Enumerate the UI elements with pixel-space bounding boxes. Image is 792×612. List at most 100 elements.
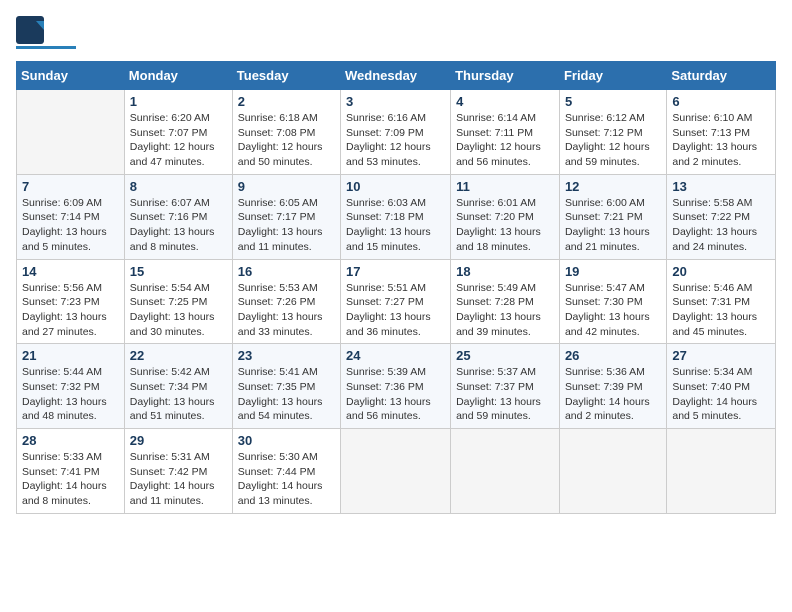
day-number: 11 <box>456 179 554 194</box>
col-header-monday: Monday <box>124 62 232 90</box>
logo-divider <box>16 46 76 49</box>
day-number: 15 <box>130 264 227 279</box>
day-info: Sunrise: 6:12 AM Sunset: 7:12 PM Dayligh… <box>565 111 661 170</box>
calendar-cell: 26Sunrise: 5:36 AM Sunset: 7:39 PM Dayli… <box>559 344 666 429</box>
day-info: Sunrise: 5:49 AM Sunset: 7:28 PM Dayligh… <box>456 281 554 340</box>
day-info: Sunrise: 6:01 AM Sunset: 7:20 PM Dayligh… <box>456 196 554 255</box>
calendar-cell: 22 Sunrise: 5:42 AM Sunset: 7:34 PM Dayli… <box>124 344 232 429</box>
calendar-cell: 4 Sunrise: 6:14 AM Sunset: 7:11 PM Daylig… <box>451 90 560 175</box>
day-number: 25 <box>456 348 554 363</box>
calendar-cell: 24 Sunrise: 5:39 AM Sunset: 7:36 PM Dayli… <box>341 344 451 429</box>
day-info: Sunrise: 5:47 AM Sunset: 7:30 PM Dayligh… <box>565 281 661 340</box>
calendar-cell: 28 Sunrise: 5:33 AM Sunset: 7:41 PM Dayli… <box>17 429 125 514</box>
calendar-cell: 27Sunrise: 5:34 AM Sunset: 7:40 PM Dayli… <box>667 344 776 429</box>
col-header-friday: Friday <box>559 62 666 90</box>
day-number: 28 <box>22 433 119 448</box>
col-header-thursday: Thursday <box>451 62 560 90</box>
day-number: 21 <box>22 348 119 363</box>
calendar-cell: 21 Sunrise: 5:44 AM Sunset: 7:32 PM Dayli… <box>17 344 125 429</box>
col-header-wednesday: Wednesday <box>341 62 451 90</box>
day-info: Sunrise: 6:16 AM Sunset: 7:09 PM Dayligh… <box>346 111 445 170</box>
week-row-5: 28 Sunrise: 5:33 AM Sunset: 7:41 PM Dayli… <box>17 429 776 514</box>
day-number: 27 <box>672 348 770 363</box>
col-header-sunday: Sunday <box>17 62 125 90</box>
calendar-cell: 6 Sunrise: 6:10 AM Sunset: 7:13 PM Daylig… <box>667 90 776 175</box>
day-number: 1 <box>130 94 227 109</box>
day-info: Sunrise: 6:20 AM Sunset: 7:07 PM Dayligh… <box>130 111 227 170</box>
calendar-table: SundayMondayTuesdayWednesdayThursdayFrid… <box>16 61 776 514</box>
day-number: 6 <box>672 94 770 109</box>
calendar-cell: 14 Sunrise: 5:56 AM Sunset: 7:23 PM Dayli… <box>17 259 125 344</box>
calendar-cell <box>451 429 560 514</box>
day-info: Sunrise: 6:05 AM Sunset: 7:17 PM Dayligh… <box>238 196 335 255</box>
day-info: Sunrise: 5:31 AM Sunset: 7:42 PM Dayligh… <box>130 450 227 509</box>
day-number: 22 <box>130 348 227 363</box>
logo-icon <box>16 16 44 44</box>
day-info: Sunrise: 6:00 AM Sunset: 7:21 PM Dayligh… <box>565 196 661 255</box>
calendar-cell: 18Sunrise: 5:49 AM Sunset: 7:28 PM Dayli… <box>451 259 560 344</box>
calendar-cell: 11 Sunrise: 6:01 AM Sunset: 7:20 PM Dayli… <box>451 174 560 259</box>
day-number: 2 <box>238 94 335 109</box>
day-info: Sunrise: 5:51 AM Sunset: 7:27 PM Dayligh… <box>346 281 445 340</box>
calendar-header-row: SundayMondayTuesdayWednesdayThursdayFrid… <box>17 62 776 90</box>
day-number: 30 <box>238 433 335 448</box>
day-info: Sunrise: 5:54 AM Sunset: 7:25 PM Dayligh… <box>130 281 227 340</box>
calendar-cell: 7Sunrise: 6:09 AM Sunset: 7:14 PM Daylig… <box>17 174 125 259</box>
day-info: Sunrise: 5:41 AM Sunset: 7:35 PM Dayligh… <box>238 365 335 424</box>
day-info: Sunrise: 6:10 AM Sunset: 7:13 PM Dayligh… <box>672 111 770 170</box>
day-info: Sunrise: 6:14 AM Sunset: 7:11 PM Dayligh… <box>456 111 554 170</box>
calendar-cell: 3 Sunrise: 6:16 AM Sunset: 7:09 PM Daylig… <box>341 90 451 175</box>
day-number: 9 <box>238 179 335 194</box>
day-info: Sunrise: 5:58 AM Sunset: 7:22 PM Dayligh… <box>672 196 770 255</box>
week-row-1: 1 Sunrise: 6:20 AM Sunset: 7:07 PM Daylig… <box>17 90 776 175</box>
day-info: Sunrise: 5:44 AM Sunset: 7:32 PM Dayligh… <box>22 365 119 424</box>
calendar-cell: 16 Sunrise: 5:53 AM Sunset: 7:26 PM Dayli… <box>232 259 340 344</box>
calendar-cell <box>341 429 451 514</box>
calendar-cell: 8 Sunrise: 6:07 AM Sunset: 7:16 PM Daylig… <box>124 174 232 259</box>
day-info: Sunrise: 6:07 AM Sunset: 7:16 PM Dayligh… <box>130 196 227 255</box>
day-info: Sunrise: 6:03 AM Sunset: 7:18 PM Dayligh… <box>346 196 445 255</box>
calendar-cell <box>667 429 776 514</box>
day-info: Sunrise: 5:56 AM Sunset: 7:23 PM Dayligh… <box>22 281 119 340</box>
day-number: 5 <box>565 94 661 109</box>
col-header-tuesday: Tuesday <box>232 62 340 90</box>
day-number: 20 <box>672 264 770 279</box>
day-number: 24 <box>346 348 445 363</box>
day-number: 19 <box>565 264 661 279</box>
day-info: Sunrise: 6:09 AM Sunset: 7:14 PM Dayligh… <box>22 196 119 255</box>
calendar-cell: 23 Sunrise: 5:41 AM Sunset: 7:35 PM Dayli… <box>232 344 340 429</box>
calendar-cell: 29 Sunrise: 5:31 AM Sunset: 7:42 PM Dayli… <box>124 429 232 514</box>
col-header-saturday: Saturday <box>667 62 776 90</box>
week-row-4: 21 Sunrise: 5:44 AM Sunset: 7:32 PM Dayli… <box>17 344 776 429</box>
day-number: 12 <box>565 179 661 194</box>
day-number: 13 <box>672 179 770 194</box>
calendar-cell: 20 Sunrise: 5:46 AM Sunset: 7:31 PM Dayli… <box>667 259 776 344</box>
day-info: Sunrise: 5:33 AM Sunset: 7:41 PM Dayligh… <box>22 450 119 509</box>
day-info: Sunrise: 5:46 AM Sunset: 7:31 PM Dayligh… <box>672 281 770 340</box>
day-info: Sunrise: 5:39 AM Sunset: 7:36 PM Dayligh… <box>346 365 445 424</box>
day-info: Sunrise: 6:18 AM Sunset: 7:08 PM Dayligh… <box>238 111 335 170</box>
day-number: 14 <box>22 264 119 279</box>
calendar-cell: 17Sunrise: 5:51 AM Sunset: 7:27 PM Dayli… <box>341 259 451 344</box>
week-row-3: 14 Sunrise: 5:56 AM Sunset: 7:23 PM Dayli… <box>17 259 776 344</box>
day-number: 23 <box>238 348 335 363</box>
logo <box>16 16 76 49</box>
day-number: 26 <box>565 348 661 363</box>
day-number: 3 <box>346 94 445 109</box>
day-info: Sunrise: 5:30 AM Sunset: 7:44 PM Dayligh… <box>238 450 335 509</box>
day-info: Sunrise: 5:53 AM Sunset: 7:26 PM Dayligh… <box>238 281 335 340</box>
calendar-cell: 2 Sunrise: 6:18 AM Sunset: 7:08 PM Daylig… <box>232 90 340 175</box>
calendar-cell: 19 Sunrise: 5:47 AM Sunset: 7:30 PM Dayli… <box>559 259 666 344</box>
page-header <box>16 16 776 49</box>
calendar-cell <box>17 90 125 175</box>
day-number: 29 <box>130 433 227 448</box>
calendar-cell <box>559 429 666 514</box>
day-number: 10 <box>346 179 445 194</box>
week-row-2: 7Sunrise: 6:09 AM Sunset: 7:14 PM Daylig… <box>17 174 776 259</box>
day-number: 16 <box>238 264 335 279</box>
day-number: 4 <box>456 94 554 109</box>
calendar-cell: 25Sunrise: 5:37 AM Sunset: 7:37 PM Dayli… <box>451 344 560 429</box>
calendar-cell: 10 Sunrise: 6:03 AM Sunset: 7:18 PM Dayli… <box>341 174 451 259</box>
day-info: Sunrise: 5:42 AM Sunset: 7:34 PM Dayligh… <box>130 365 227 424</box>
day-number: 8 <box>130 179 227 194</box>
